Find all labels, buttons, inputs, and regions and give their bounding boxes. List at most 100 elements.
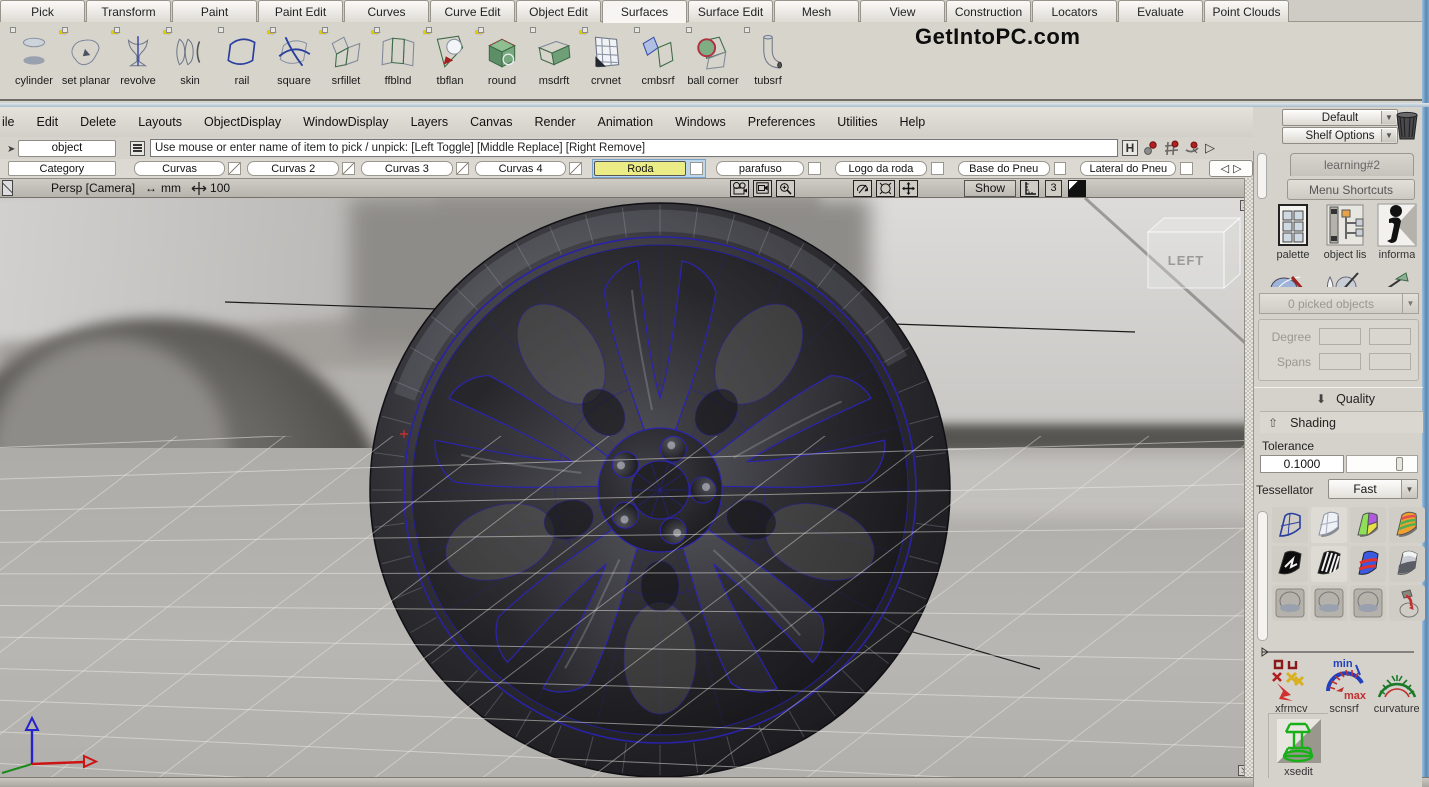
menu-objectdisplay[interactable]: ObjectDisplay	[204, 115, 281, 129]
prompt-history-list-icon[interactable]	[130, 141, 145, 156]
layer-curvas-2[interactable]: Curvas 2	[247, 161, 339, 176]
viewport-camera-label[interactable]: Persp [Camera]	[51, 181, 135, 195]
level-indicator[interactable]: 3	[1045, 180, 1062, 197]
tool-crvnet[interactable]: crvnet	[580, 25, 632, 97]
perspective-viewport[interactable]: LEFT	[0, 198, 1253, 777]
shelf-tab-mesh[interactable]: Mesh	[774, 0, 859, 22]
tumble-icon[interactable]	[853, 180, 872, 197]
menu-delete[interactable]: Delete	[80, 115, 116, 129]
shelf-tab-surfaces[interactable]: Surfaces	[602, 0, 687, 23]
shade-chrome-button[interactable]	[1389, 546, 1425, 582]
xfrmcv-tool[interactable]: xfrmcv	[1268, 657, 1315, 715]
panel-tab-learning[interactable]: learning#2	[1290, 153, 1414, 176]
tool-cmbsrf[interactable]: cmbsrf	[632, 25, 684, 97]
layer-curvas[interactable]: Curvas	[134, 161, 226, 176]
view-cube[interactable]: LEFT	[1148, 218, 1240, 288]
tool-ball-corner[interactable]: ball corner	[684, 25, 742, 97]
picked-objects-bar[interactable]: 0 picked objects ▼	[1259, 293, 1419, 314]
menu-windowdisplay[interactable]: WindowDisplay	[303, 115, 388, 129]
tool-revolve[interactable]: revolve	[112, 25, 164, 97]
degree-field-2[interactable]	[1369, 328, 1411, 345]
shelf-tab-surface-edit[interactable]: Surface Edit	[688, 0, 773, 22]
chevron-down-icon[interactable]: ▼	[1401, 480, 1417, 498]
tool-rail[interactable]: rail	[216, 25, 268, 97]
tool-round[interactable]: round	[476, 25, 528, 97]
menu-animation[interactable]: Animation	[597, 115, 653, 129]
tool-set-planar[interactable]: set planar	[60, 25, 112, 97]
shelf-tab-evaluate[interactable]: Evaluate	[1118, 0, 1203, 22]
layer-toggle-icon[interactable]	[228, 162, 241, 175]
snap-curve-icon[interactable]	[1184, 140, 1201, 157]
layer-checkbox[interactable]	[690, 162, 703, 175]
layer-curvas-3[interactable]: Curvas 3	[361, 161, 453, 176]
option-box-icon[interactable]	[478, 27, 484, 33]
menu-preferences[interactable]: Preferences	[748, 115, 815, 129]
shade-blue-red-button[interactable]	[1350, 546, 1386, 582]
option-box-icon[interactable]	[686, 27, 692, 33]
tool-tubsrf[interactable]: tubsrf	[742, 25, 794, 97]
shading-grid-scrollbar[interactable]	[1257, 511, 1268, 641]
option-box-icon[interactable]	[10, 27, 16, 33]
scnsrf-tool[interactable]: min max scnsrf	[1321, 657, 1368, 715]
option-box-icon[interactable]	[634, 27, 640, 33]
spans-field-1[interactable]	[1319, 353, 1361, 370]
layer-checkbox[interactable]	[931, 162, 944, 175]
spray-render-button[interactable]	[1389, 585, 1425, 621]
clipped-icon[interactable]	[1270, 269, 1308, 287]
render-sphere-button-1[interactable]	[1272, 585, 1308, 621]
tool-ffblnd[interactable]: ffblnd	[372, 25, 424, 97]
layer-nav-arrows[interactable]: ◁▷	[1209, 160, 1253, 177]
menu-layers[interactable]: Layers	[411, 115, 449, 129]
option-box-icon[interactable]	[218, 27, 224, 33]
trash-icon[interactable]	[1394, 111, 1420, 141]
look-at-icon[interactable]	[876, 180, 895, 197]
option-box-icon[interactable]	[166, 27, 172, 33]
shelf-tab-locators[interactable]: Locators	[1032, 0, 1117, 22]
layer-curvas-4[interactable]: Curvas 4	[475, 161, 567, 176]
slider-thumb[interactable]	[1396, 457, 1403, 471]
menu-canvas[interactable]: Canvas	[470, 115, 512, 129]
layer-category-button[interactable]: Category	[8, 161, 116, 176]
palette-window-button[interactable]: palette	[1270, 203, 1316, 267]
menu-layouts[interactable]: Layouts	[138, 115, 182, 129]
layer-base-do-pneu[interactable]: Base do Pneu	[958, 161, 1050, 176]
background-toggle-icon[interactable]	[1068, 180, 1086, 197]
shelf-tab-object-edit[interactable]: Object Edit	[516, 0, 601, 22]
shelf-preset-dropdown[interactable]: Default▼	[1282, 109, 1398, 126]
ruler-icon[interactable]	[1020, 180, 1039, 197]
menu-edit[interactable]: Edit	[37, 115, 59, 129]
menu-windows[interactable]: Windows	[675, 115, 726, 129]
prompt-line-input[interactable]: Use mouse or enter name of item to pick …	[150, 139, 1118, 157]
viewport-canvas[interactable]: LEFT	[0, 198, 1253, 777]
shelf-tab-curve-edit[interactable]: Curve Edit	[430, 0, 515, 22]
option-box-icon[interactable]	[114, 27, 120, 33]
layer-toggle-icon[interactable]	[456, 162, 469, 175]
zoom-magnifier-icon[interactable]	[776, 180, 795, 197]
option-box-icon[interactable]	[270, 27, 276, 33]
clipped-icon[interactable]	[1374, 269, 1412, 287]
option-box-icon[interactable]	[744, 27, 750, 33]
tool-tbflan[interactable]: tbflan	[424, 25, 476, 97]
option-box-icon[interactable]	[62, 27, 68, 33]
shelf-options-dropdown[interactable]: Shelf Options▼	[1282, 127, 1398, 144]
degree-field-1[interactable]	[1319, 328, 1361, 345]
shade-stripes-button[interactable]	[1389, 507, 1425, 543]
tessellator-dropdown[interactable]: Fast▼	[1328, 479, 1418, 499]
menu-shortcuts-button[interactable]: Menu Shortcuts	[1287, 179, 1415, 200]
shelf-tab-curves[interactable]: Curves	[344, 0, 429, 22]
camera-locked-icon[interactable]	[753, 180, 772, 197]
layer-logo-da-roda[interactable]: Logo da roda	[835, 161, 927, 176]
shelf-tab-paint[interactable]: Paint	[172, 0, 257, 22]
option-box-icon[interactable]	[322, 27, 328, 33]
shelf-tab-pick[interactable]: Pick	[0, 0, 85, 22]
shelf-tab-construction[interactable]: Construction	[946, 0, 1031, 22]
arrow-left-icon[interactable]: ◁	[1221, 162, 1229, 175]
show-menu-button[interactable]: Show	[964, 180, 1016, 197]
wheel-model[interactable]	[312, 198, 1007, 777]
tool-skin[interactable]: skin	[164, 25, 216, 97]
tolerance-slider[interactable]	[1346, 455, 1418, 473]
shade-flat-button[interactable]	[1311, 507, 1347, 543]
option-box-icon[interactable]	[582, 27, 588, 33]
curvature-tool[interactable]: curvature	[1373, 657, 1420, 715]
quality-section-header[interactable]: ⬇Quality	[1254, 387, 1423, 409]
